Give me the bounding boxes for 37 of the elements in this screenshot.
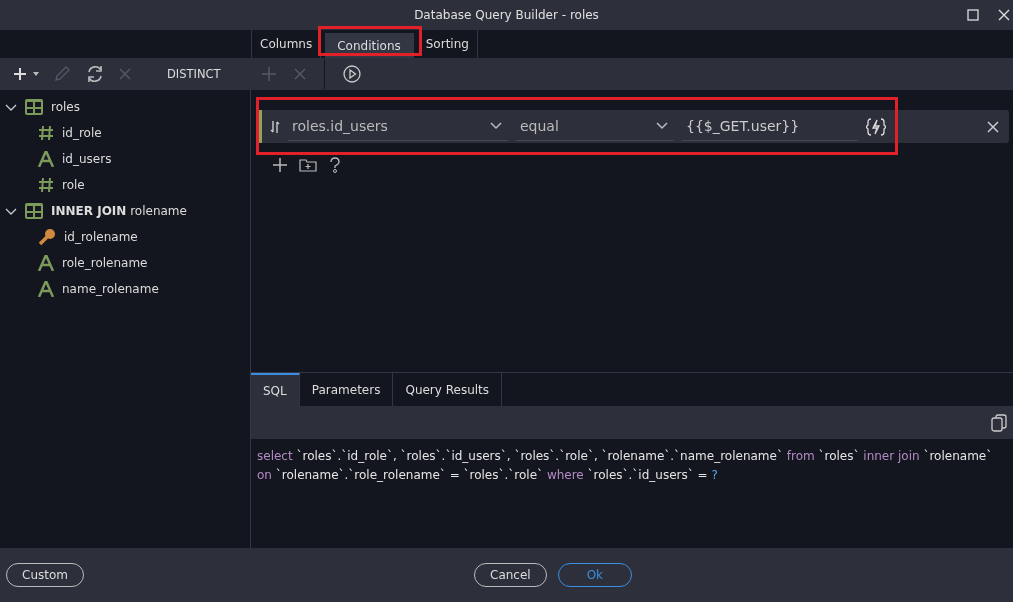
- column-name[interactable]: id_role: [62, 126, 102, 140]
- chevron-down-icon[interactable]: [490, 122, 502, 130]
- letter-icon: [38, 151, 54, 167]
- help-icon[interactable]: [329, 157, 341, 173]
- field-dropdown[interactable]: roles.id_users: [288, 112, 508, 141]
- column-name[interactable]: role: [62, 178, 85, 192]
- window-title: Database Query Builder - roles: [414, 8, 599, 22]
- dynamic-data-icon[interactable]: [866, 117, 886, 136]
- chevron-down-icon[interactable]: [656, 122, 668, 130]
- column-name[interactable]: name_rolename: [62, 282, 159, 296]
- sql-text: select `roles`.`id_role`, `roles`.`id_users`, `roles`.`role`, `rolename`.`name_rolename` from `roles` inner join `rolename` on `rolename`.`role_rolename` = `roles`.`role` where `roles`.`id_users` = ?: [257, 448, 994, 484]
- key-icon: [38, 228, 56, 246]
- distinct-toggle[interactable]: DISTINCT: [167, 67, 221, 81]
- add-group-icon[interactable]: [299, 158, 317, 172]
- column-name[interactable]: id_rolename: [64, 230, 138, 244]
- sort-icon: [270, 120, 280, 133]
- table-icon: [25, 203, 43, 219]
- add-icon[interactable]: [273, 158, 287, 172]
- copy-icon[interactable]: [991, 413, 1007, 432]
- column-name[interactable]: role_rolename: [62, 256, 148, 270]
- hash-icon: [38, 125, 54, 141]
- table-name[interactable]: roles: [51, 100, 80, 114]
- close-icon[interactable]: [998, 9, 1010, 21]
- add-icon[interactable]: [13, 67, 39, 81]
- table-name[interactable]: INNER JOIN rolename: [51, 204, 187, 218]
- value-field[interactable]: {{$_GET.user}}: [682, 112, 858, 141]
- remove-icon[interactable]: [987, 120, 999, 133]
- letter-icon: [38, 255, 54, 271]
- letter-icon: [38, 281, 54, 297]
- maximize-icon[interactable]: [967, 9, 979, 21]
- table-icon: [25, 99, 43, 115]
- operator-dropdown[interactable]: equal: [516, 112, 674, 141]
- hash-icon: [38, 177, 54, 193]
- tab[interactable]: SQL: [251, 373, 300, 406]
- refresh-icon[interactable]: [85, 64, 105, 84]
- column-name[interactable]: id_users: [62, 152, 112, 166]
- play-icon[interactable]: [343, 65, 361, 83]
